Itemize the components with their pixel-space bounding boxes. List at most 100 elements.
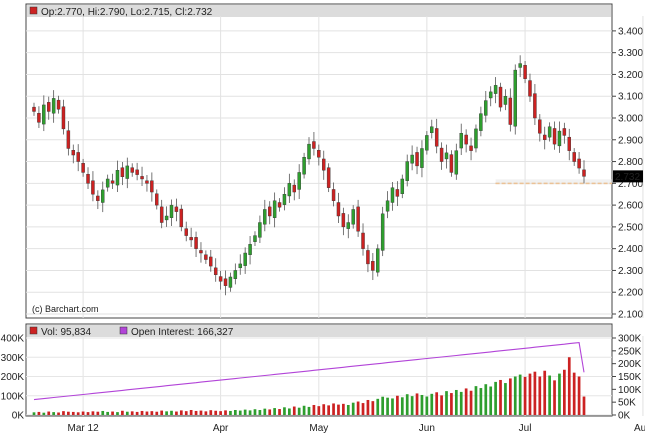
volume-bar <box>528 373 532 415</box>
candle-body <box>297 172 301 190</box>
candle-body <box>405 161 409 181</box>
candle-body <box>110 180 115 184</box>
candle-body <box>32 106 36 112</box>
candle-body <box>238 263 242 269</box>
candle-body <box>194 237 198 249</box>
volume-bar <box>204 411 208 415</box>
volume-tick-label: 400K <box>1 334 25 345</box>
volume-bar <box>376 398 380 415</box>
candle-body <box>454 150 459 175</box>
candle-body <box>322 158 326 171</box>
candle-body <box>542 134 547 140</box>
volume-bar <box>101 410 105 415</box>
volume-bar <box>553 380 556 415</box>
volume-bar <box>425 396 429 415</box>
volume-bar <box>464 388 468 415</box>
candle-body <box>518 63 522 68</box>
candle-body <box>277 202 282 208</box>
candle-body <box>572 152 576 162</box>
volume-bar <box>263 408 267 415</box>
volume-bar <box>459 391 463 415</box>
volume-bar <box>508 378 512 415</box>
volume-bar <box>366 399 370 415</box>
candle-body <box>361 232 365 249</box>
candle-body <box>120 167 125 178</box>
candle-body <box>326 167 331 188</box>
volume-bar <box>32 412 36 415</box>
volume-bar <box>179 410 183 415</box>
candle-body <box>400 178 405 194</box>
candle-body <box>105 178 110 188</box>
volume-bar <box>52 412 55 415</box>
candle-body <box>577 158 581 169</box>
volume-bar <box>327 405 330 415</box>
volume-bar <box>253 409 257 415</box>
volume-bar <box>184 411 188 415</box>
oi-tick-label: 100K <box>618 385 642 396</box>
reference-band <box>495 179 612 185</box>
volume-legend-text: Vol: 95,834 <box>41 327 91 338</box>
price-tick-label: 3.200 <box>618 70 643 81</box>
volume-bar <box>219 411 222 415</box>
candle-body <box>292 184 296 193</box>
candle-body <box>341 213 346 228</box>
volume-bar <box>121 410 124 415</box>
volume-bar <box>111 411 114 415</box>
volume-bar <box>67 411 70 415</box>
candle-body <box>86 173 90 184</box>
volume-bar <box>297 407 301 415</box>
candle-body <box>356 206 360 232</box>
candle-body <box>164 215 169 221</box>
candle-body <box>449 154 454 173</box>
candle-body <box>81 163 85 173</box>
candle-body <box>562 128 567 136</box>
volume-bar <box>577 376 581 415</box>
price-tick-label: 3.100 <box>618 92 643 103</box>
volume-tick-label: 100K <box>1 391 25 402</box>
volume-bar <box>489 386 493 415</box>
volume-bar <box>42 412 46 415</box>
volume-bar <box>484 384 488 415</box>
candle-body <box>125 165 130 179</box>
volume-bar <box>71 411 75 415</box>
candle-body <box>366 250 370 265</box>
volume-bar <box>258 409 262 415</box>
candle-body <box>76 152 80 162</box>
candle-body <box>385 200 390 212</box>
candle-body <box>376 248 380 273</box>
volume-bar <box>106 411 110 415</box>
volume-bar <box>543 370 547 415</box>
watermark: (c) Barchart.com <box>32 304 99 314</box>
candle-body <box>469 145 473 151</box>
candle-body <box>228 276 233 288</box>
volume-bar <box>450 393 453 415</box>
oi-tick-label: 200K <box>618 359 642 370</box>
candle-body <box>317 150 321 158</box>
candle-body <box>169 204 174 218</box>
volume-bar <box>229 410 232 415</box>
volume-bar <box>513 376 517 415</box>
candle-body <box>410 154 414 164</box>
oi-tick-label: 50K <box>618 398 636 409</box>
volume-bar <box>445 391 448 415</box>
volume-bar <box>469 390 473 415</box>
volume-bar <box>391 398 394 415</box>
candle-body <box>204 254 208 260</box>
volume-bar <box>494 381 497 415</box>
last-price-tag: 2.732 <box>615 172 640 183</box>
candle-body <box>243 252 247 266</box>
price-tick-label: 2.300 <box>618 266 643 277</box>
candle-body <box>528 80 532 97</box>
oi-tick-label: 250K <box>618 346 642 357</box>
volume-legend-swatch <box>29 326 38 335</box>
candle-body <box>258 222 262 238</box>
candle-body <box>253 235 257 242</box>
price-tick-label: 3.000 <box>618 114 643 125</box>
volume-bar <box>224 410 227 415</box>
candle-body <box>233 270 238 279</box>
volume-bar <box>209 410 213 415</box>
volume-bar <box>292 406 296 415</box>
volume-bar <box>160 410 164 415</box>
volume-tick-label: 300K <box>1 353 25 364</box>
candle-body <box>488 91 493 99</box>
